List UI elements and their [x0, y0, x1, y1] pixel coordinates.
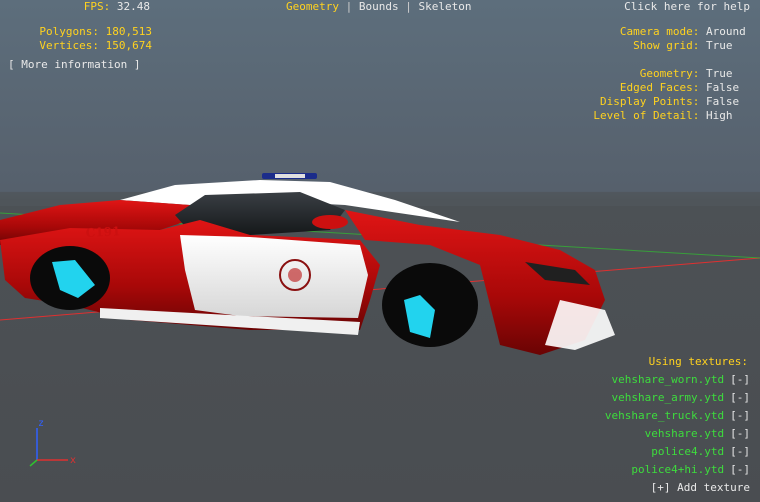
texture-item: police4+hi.ytd [-]	[631, 461, 750, 479]
show-grid-label: Show grid:	[633, 39, 700, 52]
axis-z-label: z	[38, 418, 44, 429]
remove-texture-button[interactable]: [-]	[730, 373, 750, 386]
camera-mode-value: Around	[706, 25, 746, 38]
remove-texture-button[interactable]: [-]	[730, 391, 750, 404]
polygons-value: 180,513	[105, 25, 152, 38]
polygons-label: Polygons:	[39, 25, 100, 38]
edged-faces-label: Edged Faces:	[619, 81, 700, 94]
tab-skeleton[interactable]: Skeleton	[418, 0, 471, 13]
remove-texture-button[interactable]: [-]	[730, 427, 750, 440]
remove-texture-button[interactable]: [-]	[730, 445, 750, 458]
texture-name: vehshare.ytd	[644, 427, 725, 440]
texture-name: vehshare_truck.ytd	[604, 409, 725, 422]
display-points-setting[interactable]: Display Points: False	[600, 95, 748, 109]
view-tabs: Geometry | Bounds | Skeleton	[286, 0, 471, 14]
axis-gizmo: z x	[29, 418, 76, 467]
edged-faces-value: False	[706, 81, 740, 94]
add-texture-button[interactable]: [+] Add texture	[651, 479, 750, 497]
textures-header: Using textures:	[648, 355, 748, 368]
vehicle-number: C191	[85, 224, 120, 240]
tab-geometry[interactable]: Geometry	[286, 0, 339, 13]
show-grid-setting[interactable]: Show grid: True	[633, 39, 748, 53]
tab-bounds[interactable]: Bounds	[359, 0, 399, 13]
tab-separator: |	[345, 0, 353, 13]
camera-mode-setting[interactable]: Camera mode: Around	[620, 25, 748, 39]
axis-x-label: x	[70, 455, 76, 466]
texture-item: vehshare_truck.ytd [-]	[605, 407, 750, 425]
texture-item: vehshare.ytd [-]	[645, 425, 750, 443]
texture-name: police4.ytd	[651, 445, 725, 458]
vehicle-door-panel	[180, 235, 368, 318]
texture-item: vehshare_worn.ytd [-]	[612, 371, 750, 389]
display-points-label: Display Points:	[600, 95, 700, 108]
tab-separator: |	[405, 0, 412, 13]
vertices-value: 150,674	[105, 39, 152, 52]
display-points-value: False	[706, 95, 740, 108]
more-information-link[interactable]: [ More information ]	[8, 58, 140, 72]
level-of-detail-setting[interactable]: Level of Detail: High	[593, 109, 748, 123]
vertices-row: Vertices: 150,674	[39, 39, 152, 53]
camera-mode-label: Camera mode:	[619, 25, 700, 38]
texture-name: vehshare_worn.ytd	[611, 373, 725, 386]
geometry-setting[interactable]: Geometry: True	[640, 67, 748, 81]
fps-value: 32.48	[116, 0, 150, 13]
show-grid-value: True	[706, 39, 733, 52]
level-of-detail-value: High	[706, 109, 733, 122]
vehicle-mirror	[312, 215, 348, 229]
geometry-value: True	[706, 67, 733, 80]
polygons-row: Polygons: 180,513	[39, 25, 152, 39]
fps-label: FPS:	[83, 0, 111, 13]
remove-texture-button[interactable]: [-]	[730, 409, 750, 422]
texture-name: police4+hi.ytd	[631, 463, 725, 476]
edged-faces-setting[interactable]: Edged Faces: False	[620, 81, 748, 95]
remove-texture-button[interactable]: [-]	[730, 463, 750, 476]
texture-name: vehshare_army.ytd	[611, 391, 725, 404]
vertices-label: Vertices:	[39, 39, 100, 52]
geometry-label: Geometry:	[639, 67, 700, 80]
texture-item: police4.ytd [-]	[651, 443, 750, 461]
fps-row: FPS: 32.48	[84, 0, 150, 14]
texture-item: vehshare_army.ytd [-]	[612, 389, 750, 407]
help-link[interactable]: Click here for help	[624, 0, 750, 14]
level-of-detail-label: Level of Detail:	[593, 109, 700, 122]
